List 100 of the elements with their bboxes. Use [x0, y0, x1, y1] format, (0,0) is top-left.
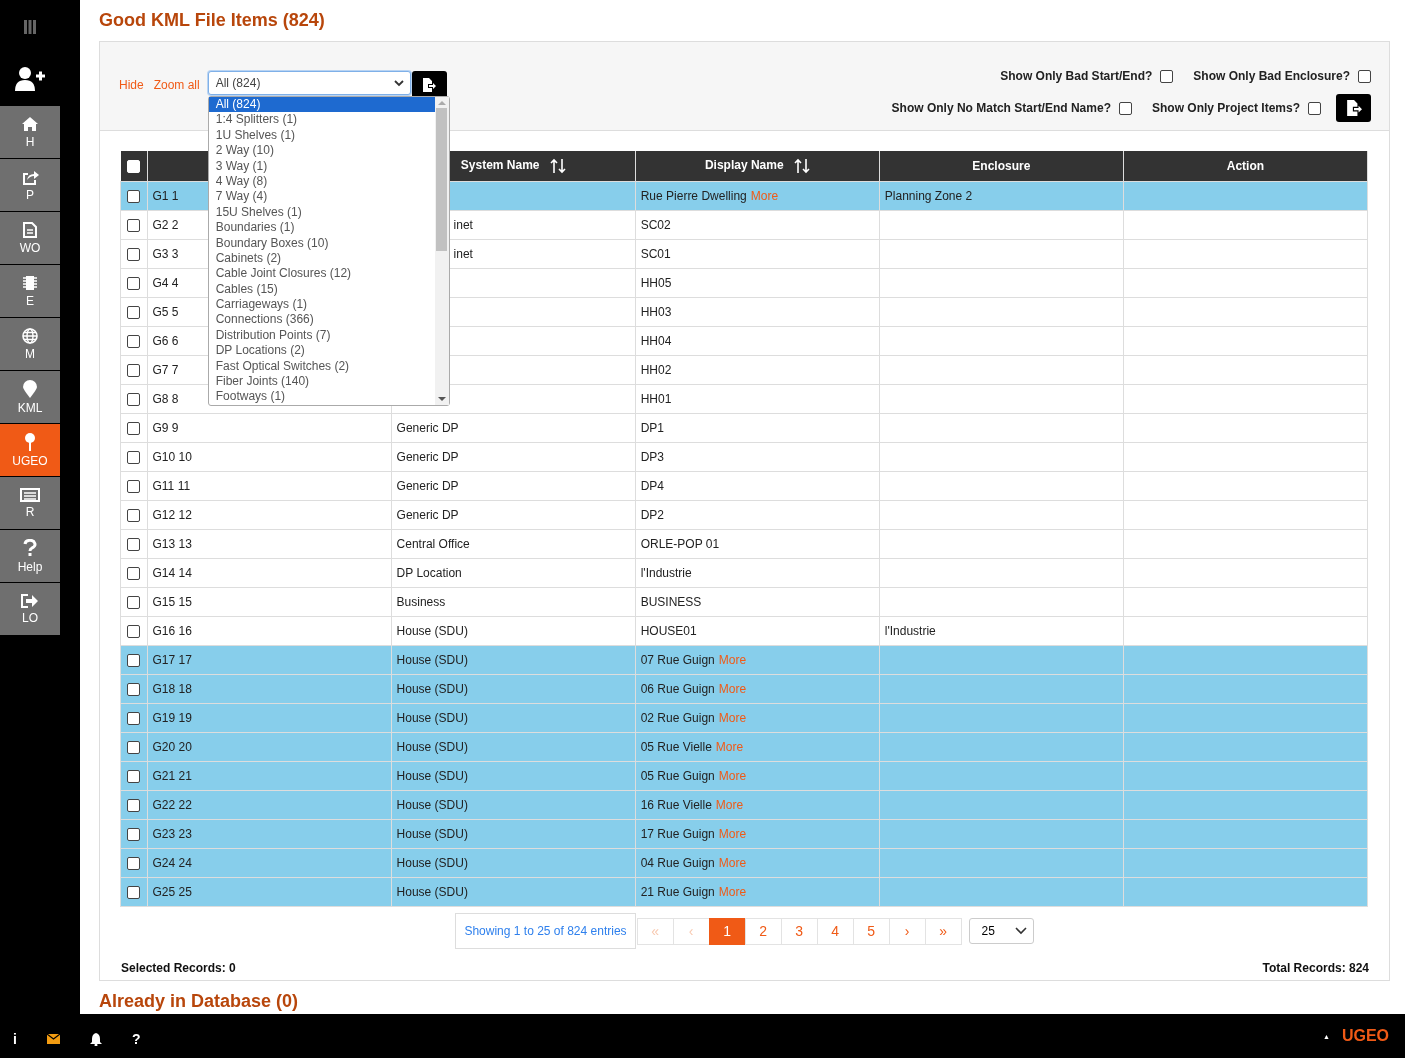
dropdown-option[interactable]: Cable Joint Closures (12) — [208, 266, 435, 282]
sidebar-item[interactable]: KML — [0, 371, 60, 423]
globe-icon — [22, 327, 38, 344]
dropdown-option[interactable]: Boundaries (1) — [208, 220, 435, 236]
row-checkbox[interactable] — [127, 190, 141, 204]
dropdown-option[interactable]: Footways (1) — [208, 389, 435, 405]
table-cell: G24 24 — [147, 848, 392, 878]
row-checkbox[interactable] — [127, 625, 141, 639]
table-cell: 17 Rue Guign — [640, 827, 715, 841]
row-checkbox[interactable] — [127, 799, 141, 813]
toolbar-link[interactable]: Zoom all — [153, 78, 200, 92]
scroll-down-icon[interactable] — [437, 397, 446, 402]
row-checkbox[interactable] — [127, 712, 141, 726]
dropdown-option[interactable]: Distribution Points (7) — [208, 327, 435, 344]
filter-checkbox[interactable] — [1358, 69, 1371, 83]
page-button[interactable]: 2 — [744, 917, 782, 945]
page-button[interactable]: 3 — [780, 917, 818, 945]
row-checkbox[interactable] — [127, 683, 141, 697]
row-checkbox[interactable] — [127, 219, 141, 233]
help-icon[interactable]: ? — [131, 1031, 141, 1047]
table-cell: G16 16 — [147, 616, 392, 646]
table-cell: G10 10 — [147, 442, 392, 472]
row-checkbox[interactable] — [127, 886, 141, 900]
row-checkbox[interactable] — [127, 567, 141, 581]
page-button[interactable]: › — [888, 917, 926, 945]
user-plus-icon[interactable] — [15, 67, 45, 91]
filter-checkbox[interactable] — [1308, 101, 1321, 115]
column-header: Action — [1123, 151, 1368, 182]
share-icon — [21, 168, 39, 185]
sidebar-item[interactable]: P — [0, 159, 60, 211]
table-cell: DP2 — [640, 508, 665, 522]
bell-icon[interactable] — [89, 1032, 102, 1046]
sidebar-item[interactable]: H — [0, 106, 60, 158]
row-checkbox[interactable] — [127, 393, 141, 407]
row-checkbox[interactable] — [127, 306, 141, 320]
table-cell: G22 22 — [147, 790, 392, 820]
table-cell: l'Industrie — [884, 624, 936, 638]
filter-checkbox[interactable] — [1118, 101, 1132, 115]
dropdown-option[interactable]: All (824) — [208, 97, 435, 113]
sidebar-item[interactable]: UGEO — [0, 424, 60, 476]
sidebar-item[interactable]: M — [0, 318, 60, 370]
row-checkbox[interactable] — [127, 857, 141, 871]
row-checkbox[interactable] — [127, 654, 141, 668]
dropdown-option[interactable]: 1U Shelves (1) — [208, 127, 435, 144]
column-header[interactable]: Display Name — [635, 151, 880, 182]
row-checkbox[interactable] — [127, 451, 141, 465]
scrollbar[interactable] — [434, 97, 449, 405]
table-cell: G14 14 — [147, 558, 392, 588]
dropdown-option[interactable]: Fast Optical Switches (2) — [208, 358, 435, 375]
export-button[interactable] — [1336, 94, 1371, 122]
dropdown-option[interactable]: DP Locations (2) — [208, 343, 435, 359]
table-cell: ORLE-POP 01 — [640, 537, 720, 551]
table-cell: Generic DP — [396, 421, 459, 435]
row-checkbox[interactable] — [127, 770, 141, 784]
page-button[interactable]: 1 — [708, 917, 746, 945]
page-button[interactable]: 4 — [816, 917, 854, 945]
sort-icon[interactable] — [793, 158, 810, 174]
row-checkbox[interactable] — [127, 596, 141, 610]
dropdown-option[interactable]: Cabinets (2) — [208, 250, 435, 267]
table-cell: House (SDU) — [396, 769, 468, 783]
grip-icon[interactable] — [23, 20, 37, 34]
table-cell: G9 9 — [147, 413, 392, 443]
table-cell: G20 20 — [147, 732, 392, 762]
row-checkbox[interactable] — [127, 828, 141, 842]
dropdown-option[interactable]: Connections (366) — [208, 312, 435, 328]
category-select[interactable]: All (824) — [207, 71, 411, 95]
row-checkbox[interactable] — [127, 509, 141, 523]
envelope-icon[interactable] — [46, 1034, 60, 1044]
sort-icon[interactable] — [549, 158, 566, 174]
dropdown-option[interactable]: Boundary Boxes (10) — [208, 235, 435, 251]
sidebar-item[interactable]: E — [0, 265, 60, 317]
page-button[interactable]: » — [924, 917, 962, 945]
table-cell: Central Office — [396, 537, 470, 551]
row-checkbox[interactable] — [127, 248, 141, 262]
dropdown-option[interactable]: Cables (15) — [208, 281, 435, 298]
dropdown-option[interactable]: 1:4 Splitters (1) — [208, 112, 435, 128]
row-checkbox[interactable] — [127, 335, 141, 349]
info-icon[interactable]: i — [13, 1031, 17, 1047]
row-checkbox[interactable] — [127, 480, 141, 494]
row-checkbox[interactable] — [127, 422, 141, 436]
table-cell: inet — [453, 218, 473, 232]
toolbar-link[interactable]: Hide — [119, 78, 144, 92]
row-checkbox[interactable] — [127, 277, 141, 291]
dropdown-option[interactable]: Carriageways (1) — [208, 297, 435, 313]
row-checkbox[interactable] — [127, 538, 141, 552]
dropdown-option[interactable]: Fiber Joints (140) — [208, 374, 435, 390]
row-checkbox[interactable] — [127, 741, 141, 755]
table-cell: DP Location — [396, 566, 462, 580]
page-button[interactable]: 5 — [852, 917, 890, 945]
table-cell: Generic DP — [396, 479, 459, 493]
select-all-checkbox[interactable] — [127, 160, 140, 174]
filter-checkbox[interactable] — [1160, 69, 1174, 83]
document-icon — [23, 221, 37, 238]
sidebar-item[interactable]: WO — [0, 212, 60, 264]
help-icon — [23, 538, 37, 557]
sidebar-item[interactable]: Help — [0, 530, 60, 582]
row-checkbox[interactable] — [127, 364, 141, 378]
page-size-select[interactable]: 25 — [968, 918, 1034, 944]
sidebar-item[interactable]: LO — [0, 583, 60, 635]
sidebar-item[interactable]: R — [0, 477, 60, 529]
